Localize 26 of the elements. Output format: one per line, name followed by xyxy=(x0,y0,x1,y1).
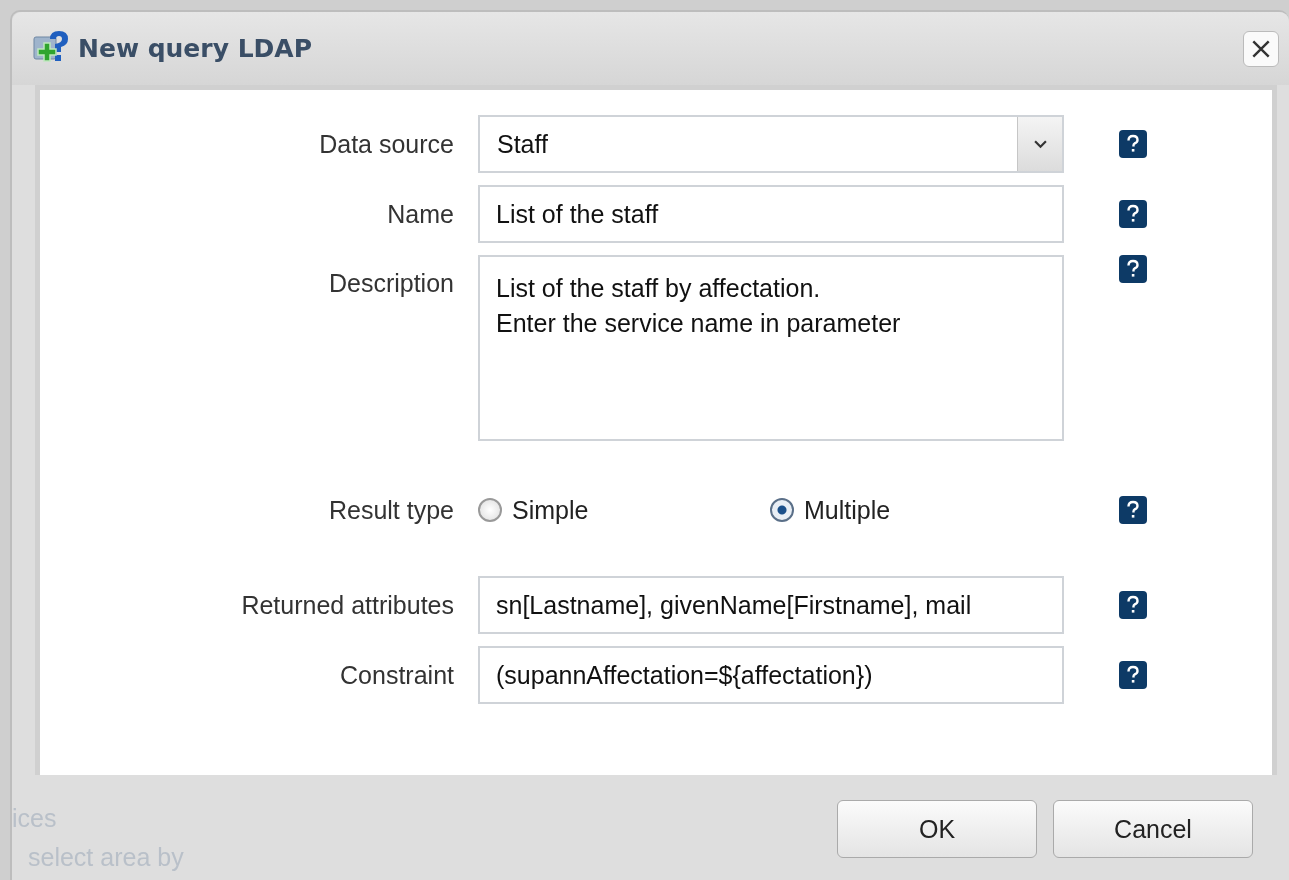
help-icon[interactable] xyxy=(1119,200,1147,228)
field-label: Data source xyxy=(318,129,455,159)
help-icon[interactable] xyxy=(1119,661,1147,689)
close-button[interactable] xyxy=(1243,30,1279,67)
description-field[interactable]: List of the staff by affectation. Enter the service name in parameter xyxy=(478,255,1064,441)
text-field[interactable]: List of the staff xyxy=(478,185,1064,243)
field-label: Description xyxy=(327,268,455,298)
dialog-title: New query LDAP xyxy=(78,34,313,63)
field-label: Name xyxy=(386,199,455,229)
text-field[interactable]: (supannAffectation=${affectation}) xyxy=(478,646,1064,704)
dialog-button[interactable]: Cancel xyxy=(1053,800,1253,858)
dialog-button[interactable]: OK xyxy=(837,800,1037,858)
help-icon[interactable] xyxy=(1119,496,1147,524)
radio-label[interactable]: Multiple xyxy=(804,495,891,525)
radio-button[interactable] xyxy=(770,498,794,522)
field-label: Returned attributes xyxy=(240,590,455,620)
caret-icon xyxy=(1033,139,1047,149)
radio-button[interactable] xyxy=(478,498,502,522)
help-icon[interactable] xyxy=(1119,130,1147,158)
data-source-dropdown[interactable]: Staff xyxy=(478,115,1064,173)
field-label: Constraint xyxy=(339,660,455,690)
help-icon[interactable] xyxy=(1119,255,1147,283)
help-icon[interactable] xyxy=(1119,591,1147,619)
radio-label[interactable]: Simple xyxy=(512,495,589,525)
text-field[interactable]: sn[Lastname], givenName[Firstname], mail xyxy=(478,576,1064,634)
field-label: Result type xyxy=(327,495,455,525)
